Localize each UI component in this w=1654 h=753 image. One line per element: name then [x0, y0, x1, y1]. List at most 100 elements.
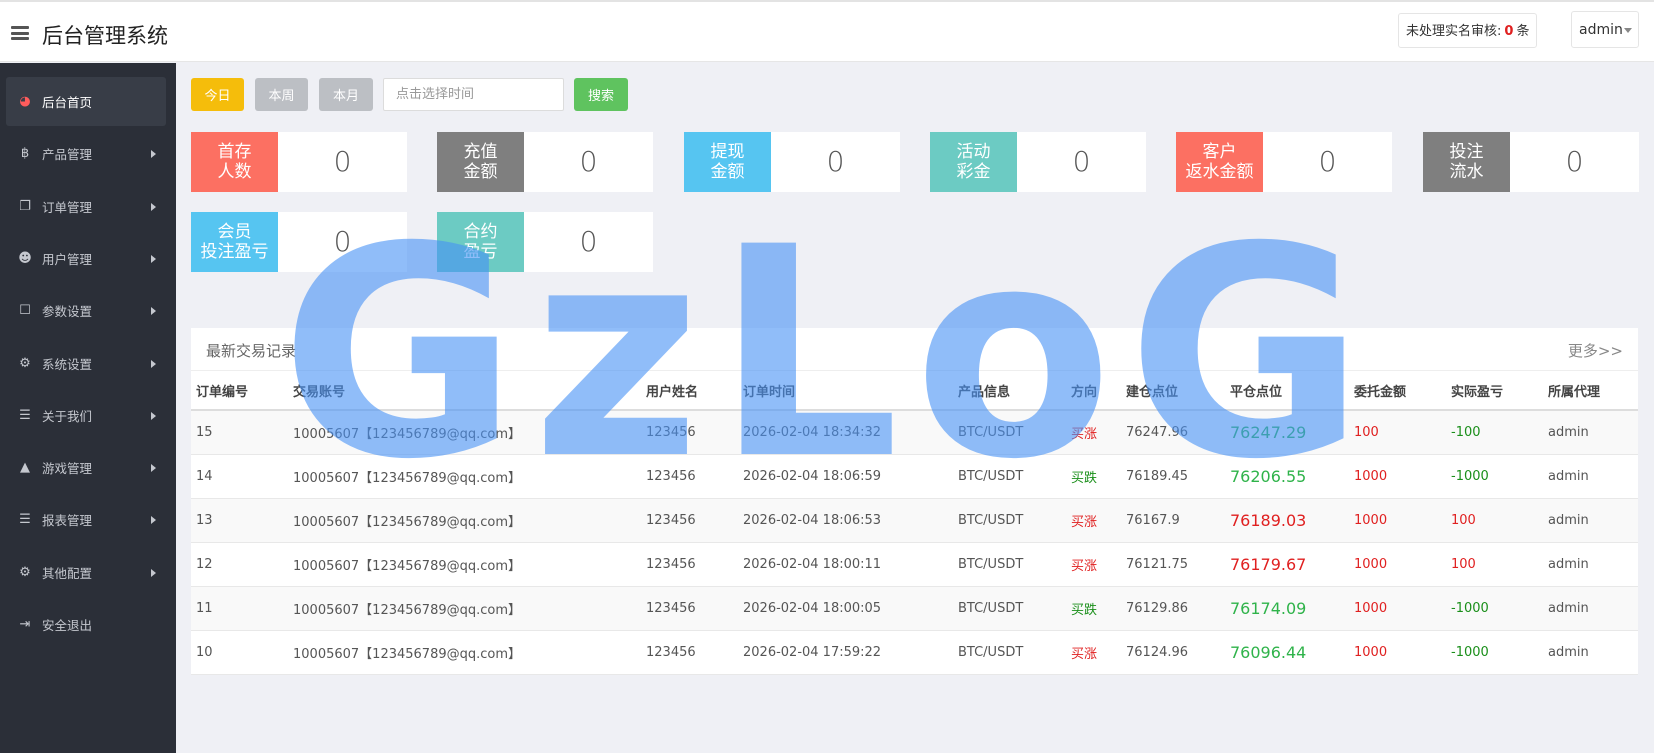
cell-pnl: 100 — [1446, 498, 1543, 543]
bitcoin-icon: ฿ — [20, 146, 30, 162]
sidebar-item-1[interactable]: ฿ 产品管理 — [6, 129, 166, 178]
cell-account: 10005607【123456789@qq.com】 — [288, 454, 641, 499]
cell-amount: 1000 — [1349, 630, 1446, 675]
menu-toggle-icon[interactable] — [11, 26, 29, 40]
stat-label: 活动 彩金 — [930, 132, 1017, 192]
user-icon: ☻ — [18, 250, 32, 266]
cell-time: 2026-02-04 18:00:05 — [738, 586, 953, 631]
table-row[interactable]: 13 10005607【123456789@qq.com】 123456 2026-0… — [191, 498, 1638, 543]
cell-direction: 买涨 — [1066, 498, 1121, 543]
cell-time: 2026-02-04 18:34:32 — [738, 410, 953, 455]
caret-right-icon — [151, 464, 156, 473]
cell-agent: admin — [1543, 454, 1638, 499]
column-header[interactable]: 订单时间 — [738, 372, 953, 411]
column-header[interactable]: 交易账号 — [288, 372, 641, 411]
cell-agent: admin — [1543, 410, 1638, 455]
stat-card: 首存 人数 0 — [191, 132, 407, 192]
date-range-input[interactable] — [383, 78, 564, 111]
sidebar-item-2[interactable]: ❐ 订单管理 — [6, 182, 166, 231]
cell-direction: 买涨 — [1066, 410, 1121, 455]
column-header[interactable]: 平仓点位 — [1225, 372, 1349, 411]
latest-trades-panel: 最新交易记录 更多>> 订单编号 交易账号 用户姓名 订单时间 产品信息 方向 建仓点位 平仓… — [191, 328, 1638, 675]
more-link[interactable]: 更多>> — [1568, 340, 1623, 361]
sidebar-item-10[interactable]: ⇥ 安全退出 — [6, 600, 166, 649]
app-title: 后台管理系统 — [42, 24, 168, 48]
cell-open: 76121.75 — [1121, 542, 1225, 587]
sidebar-item-label: 订单管理 — [42, 199, 93, 215]
table-row[interactable]: 11 10005607【123456789@qq.com】 123456 2026-0… — [191, 586, 1638, 631]
pending-label: 未处理实名审核: — [1406, 24, 1502, 39]
cell-amount: 100 — [1349, 410, 1446, 455]
pending-verification-notice[interactable]: 未处理实名审核: 0 条 — [1398, 13, 1538, 48]
sidebar-item-0[interactable]: ◕ 后台首页 — [6, 77, 166, 126]
cell-open: 76247.96 — [1121, 410, 1225, 455]
cell-account: 10005607【123456789@qq.com】 — [288, 410, 641, 455]
sidebar-item-4[interactable]: ☐ 参数设置 — [6, 286, 166, 335]
column-header[interactable]: 产品信息 — [953, 372, 1066, 411]
cell-direction: 买跌 — [1066, 586, 1121, 631]
stat-card: 客户 返水金额 0 — [1176, 132, 1392, 192]
cell-name: 123456 — [641, 410, 738, 455]
sidebar-item-label: 其他配置 — [42, 565, 93, 581]
cell-close: 76096.44 — [1225, 630, 1349, 675]
sidebar-item-9[interactable]: ⚙ 其他配置 — [6, 548, 166, 597]
table-row[interactable]: 14 10005607【123456789@qq.com】 123456 2026-0… — [191, 454, 1638, 499]
sidebar-item-5[interactable]: ⚙ 系统设置 — [6, 339, 166, 388]
cell-direction: 买跌 — [1066, 454, 1121, 499]
this-month-button[interactable]: 本月 — [319, 78, 373, 111]
search-button[interactable]: 搜索 — [574, 78, 628, 111]
column-header[interactable]: 所属代理 — [1543, 372, 1638, 411]
column-header[interactable]: 用户姓名 — [641, 372, 738, 411]
list-icon: ☰ — [19, 407, 31, 423]
table-row[interactable]: 15 10005607【123456789@qq.com】 123456 2026-0… — [191, 410, 1638, 455]
stat-label: 提现 金额 — [684, 132, 771, 192]
this-week-button[interactable]: 本周 — [255, 78, 308, 111]
cell-direction: 买涨 — [1066, 542, 1121, 587]
today-button[interactable]: 今日 — [191, 78, 244, 111]
cell-name: 123456 — [641, 542, 738, 587]
cell-open: 76124.96 — [1121, 630, 1225, 675]
cell-product: BTC/USDT — [953, 498, 1066, 543]
stat-value: 0 — [333, 145, 352, 178]
column-header[interactable]: 建仓点位 — [1121, 372, 1225, 411]
sidebar-item-8[interactable]: ☰ 报表管理 — [6, 495, 166, 544]
stat-label: 客户 返水金额 — [1176, 132, 1263, 192]
sidebar-item-6[interactable]: ☰ 关于我们 — [6, 391, 166, 440]
cell-agent: admin — [1543, 498, 1638, 543]
pending-count: 0 — [1504, 24, 1514, 39]
column-header[interactable]: 订单编号 — [191, 372, 288, 411]
stat-card: 合约 盈亏 0 — [437, 212, 653, 272]
sidebar-item-3[interactable]: ☻ 用户管理 — [6, 234, 166, 283]
copy-icon: ❐ — [19, 198, 31, 214]
stat-value: 0 — [826, 145, 845, 178]
sidebar-item-7[interactable]: ▲ 游戏管理 — [6, 443, 166, 492]
table-row[interactable]: 10 10005607【123456789@qq.com】 123456 2026-0… — [191, 630, 1638, 675]
gear-icon: ⚙ — [19, 564, 31, 580]
table-row[interactable]: 12 10005607【123456789@qq.com】 123456 2026-0… — [191, 542, 1638, 587]
cell-product: BTC/USDT — [953, 586, 1066, 631]
cell-product: BTC/USDT — [953, 630, 1066, 675]
column-header[interactable]: 实际盈亏 — [1446, 372, 1543, 411]
user-menu[interactable]: admin — [1571, 11, 1639, 48]
caret-right-icon — [151, 254, 156, 263]
sidebar-item-label: 游戏管理 — [42, 461, 93, 477]
caret-down-icon — [1624, 28, 1632, 33]
cell-time: 2026-02-04 18:06:59 — [738, 454, 953, 499]
cell-account: 10005607【123456789@qq.com】 — [288, 542, 641, 587]
top-bar: 后台管理系统 未处理实名审核: 0 条 admin — [0, 0, 1654, 62]
stat-card: 投注 流水 0 — [1423, 132, 1639, 192]
pending-unit: 条 — [1516, 24, 1530, 39]
column-header[interactable]: 委托金额 — [1349, 372, 1446, 411]
trades-table: 订单编号 交易账号 用户姓名 订单时间 产品信息 方向 建仓点位 平仓点位 委托金额 实际盈亏 所属… — [191, 372, 1638, 675]
cell-amount: 1000 — [1349, 454, 1446, 499]
file-icon: ☐ — [19, 303, 31, 319]
caret-right-icon — [151, 359, 156, 368]
stat-value: 0 — [1565, 145, 1584, 178]
sidebar-item-label: 安全退出 — [42, 618, 93, 633]
gears-icon: ⚙ — [19, 355, 31, 371]
cell-product: BTC/USDT — [953, 410, 1066, 455]
cell-id: 10 — [191, 630, 288, 675]
cell-account: 10005607【123456789@qq.com】 — [288, 586, 641, 631]
stat-card: 提现 金额 0 — [684, 132, 900, 192]
column-header[interactable]: 方向 — [1066, 372, 1121, 411]
